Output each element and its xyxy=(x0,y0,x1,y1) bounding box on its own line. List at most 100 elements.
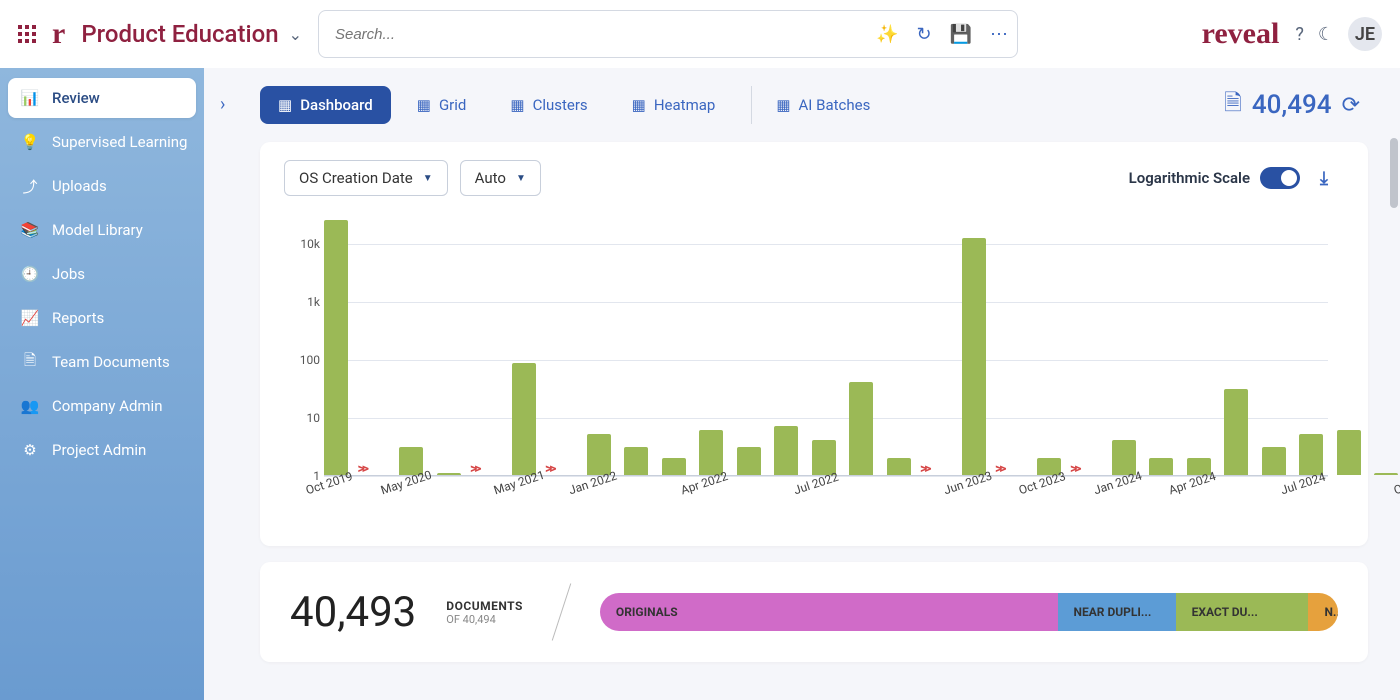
log-scale-label: Logarithmic Scale xyxy=(1129,169,1250,187)
project-title-text: Product Education xyxy=(81,20,278,48)
project-selector[interactable]: Product Education ⌄ xyxy=(81,20,302,48)
chart-bar[interactable] xyxy=(437,473,461,475)
interval-label: Auto xyxy=(475,169,506,187)
chart-bar[interactable] xyxy=(1149,458,1173,475)
download-chart-icon[interactable]: ⤓ xyxy=(1320,168,1328,189)
chart-bar[interactable] xyxy=(962,238,986,475)
view-tabs: ▦ Dashboard ▦Grid ▦ Clusters ▦Heatmap ▦AI Batc… xyxy=(204,68,1400,132)
chart-bar[interactable] xyxy=(887,458,911,475)
library-icon: 📚 xyxy=(20,220,40,240)
apps-grid-icon[interactable] xyxy=(18,25,36,43)
sidebar-item-model-library[interactable]: 📚 Model Library xyxy=(8,210,196,250)
sidebar-item-uploads[interactable]: ⤴ Uploads xyxy=(8,166,196,206)
sidebar-item-jobs[interactable]: 🕘Jobs xyxy=(8,254,196,294)
document-icon: 🗎 xyxy=(1224,86,1242,124)
caret-down-icon: ▼ xyxy=(516,173,526,184)
y-tick: 10k xyxy=(300,237,320,251)
deduplication-segment[interactable]: ORIGINALS xyxy=(600,593,1058,631)
chart-bar[interactable] xyxy=(737,447,761,475)
chart-bar[interactable] xyxy=(849,382,873,475)
tab-dashboard[interactable]: ▦ Dashboard xyxy=(260,86,391,124)
sidebar-item-supervised-learning[interactable]: 💡Supervised Learning xyxy=(8,122,196,162)
document-count-value: 40,494 xyxy=(1252,90,1332,120)
deduplication-segment[interactable]: NEAR DUPLI... xyxy=(1058,593,1176,631)
time-gap-marker: >> xyxy=(545,461,553,477)
chart-bar[interactable] xyxy=(587,434,611,475)
caret-down-icon: ▼ xyxy=(423,173,433,184)
sidebar-item-label: Uploads xyxy=(52,177,107,195)
refresh-icon[interactable]: ⟳ xyxy=(1342,93,1360,118)
tab-label: Dashboard xyxy=(300,96,373,114)
date-field-dropdown[interactable]: OS Creation Date ▼ xyxy=(284,160,448,196)
sidebar-collapse-icon[interactable]: › xyxy=(220,94,225,115)
sidebar-item-team-documents[interactable]: 🗎Team Documents xyxy=(8,342,196,382)
time-gap-marker: >> xyxy=(920,461,928,477)
sidebar: 📊Review💡Supervised Learning ⤴ Uploads 📚 Mode… xyxy=(0,68,204,700)
reveal-logo-small: r xyxy=(52,19,65,49)
time-gap-marker: >> xyxy=(1070,461,1078,477)
tab-clusters[interactable]: ▦ Clusters xyxy=(492,86,605,124)
chart-bar[interactable] xyxy=(324,220,348,475)
chart-bar[interactable] xyxy=(662,458,686,475)
topbar: r Product Education ⌄ ✨ ↻ 💾 ⋯ reveal ? ☾… xyxy=(0,0,1400,68)
sidebar-item-review[interactable]: 📊Review xyxy=(8,78,196,118)
time-gap-marker: >> xyxy=(358,461,366,477)
chart-card: OS Creation Date ▼ Auto ▼ Logarithmic Sc… xyxy=(260,142,1368,546)
chart-controls: OS Creation Date ▼ Auto ▼ Logarithmic Sc… xyxy=(284,160,1328,196)
date-field-label: OS Creation Date xyxy=(299,169,413,187)
chart-bar[interactable] xyxy=(1337,430,1361,475)
sidebar-item-company-admin[interactable]: 👥Company Admin xyxy=(8,386,196,426)
chart-bar[interactable] xyxy=(512,363,536,475)
more-icon[interactable]: ⋯ xyxy=(990,24,1008,45)
history-icon[interactable]: ↻ xyxy=(916,24,931,45)
sidebar-item-label: Model Library xyxy=(52,221,143,239)
summary-count-block: 40,493 xyxy=(290,588,416,637)
upload-icon: ⤴ xyxy=(20,176,40,196)
y-tick: 10 xyxy=(307,411,321,425)
sidebar-item-reports[interactable]: 📈Reports xyxy=(8,298,196,338)
gear-icon: ⚙ xyxy=(20,440,40,460)
theme-toggle-icon[interactable]: ☾ xyxy=(1318,24,1334,45)
sidebar-item-project-admin[interactable]: ⚙Project Admin xyxy=(8,430,196,470)
chart-plot[interactable]: >>>>>>>>>>>> xyxy=(324,216,1328,476)
save-search-icon[interactable]: 💾 xyxy=(950,24,972,45)
sidebar-item-label: Team Documents xyxy=(52,353,170,371)
chart-bar[interactable] xyxy=(624,447,648,475)
sidebar-item-label: Review xyxy=(52,89,100,107)
main: › ▦ Dashboard ▦Grid ▦ Clusters ▦Heatmap ▦AI Ba… xyxy=(204,68,1400,700)
chart-bar[interactable] xyxy=(699,430,723,475)
tab-label: Clusters xyxy=(533,96,588,114)
chart-bar[interactable] xyxy=(1224,389,1248,475)
avatar[interactable]: JE xyxy=(1348,17,1382,51)
tab-icon: ▦ xyxy=(278,96,292,114)
summary-label-block: DOCUMENTS OF 40,494 xyxy=(446,599,523,626)
magic-wand-icon[interactable]: ✨ xyxy=(876,24,898,45)
deduplication-segment[interactable]: EXACT DU... xyxy=(1176,593,1309,631)
interval-dropdown[interactable]: Auto ▼ xyxy=(460,160,541,196)
tab-label: AI Batches xyxy=(799,96,871,114)
tab-ai-batches[interactable]: ▦AI Batches xyxy=(751,86,888,124)
gridline xyxy=(324,302,1328,303)
search-actions: ✨ ↻ 💾 ⋯ xyxy=(876,10,1008,58)
chart-bar[interactable] xyxy=(774,426,798,475)
document-count-top: 🗎 40,494 ⟳ xyxy=(1224,86,1360,124)
chart-bar[interactable] xyxy=(1262,447,1286,475)
divider xyxy=(552,583,571,640)
scrollbar[interactable] xyxy=(1390,138,1398,208)
tab-heatmap[interactable]: ▦Heatmap xyxy=(614,86,734,124)
line-chart-icon: 📈 xyxy=(20,308,40,328)
chart-bar[interactable] xyxy=(1299,434,1323,475)
deduplication-segment[interactable]: N... xyxy=(1308,593,1338,631)
help-icon[interactable]: ? xyxy=(1295,24,1304,45)
deduplication-bar: ORIGINALSNEAR DUPLI...EXACT DU...N... xyxy=(600,593,1338,631)
tab-grid[interactable]: ▦Grid xyxy=(399,86,485,124)
chart-bar[interactable] xyxy=(1374,473,1398,475)
log-scale-toggle[interactable] xyxy=(1260,167,1300,189)
tab-icon: ▦ xyxy=(510,96,524,114)
sidebar-item-label: Jobs xyxy=(52,265,85,283)
gridline xyxy=(324,360,1328,361)
gridline xyxy=(324,418,1328,419)
chart-area: 1101001k10k >>>>>>>>>>>> Oct 2019May 202… xyxy=(324,216,1328,516)
tab-label: Grid xyxy=(439,96,466,114)
summary-card: 40,493 DOCUMENTS OF 40,494 ORIGINALSNEAR… xyxy=(260,562,1368,662)
